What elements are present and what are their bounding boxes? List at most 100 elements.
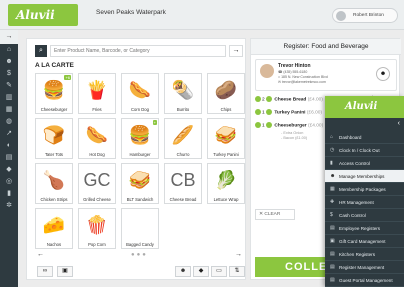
product-tile[interactable]: 🌭 Hot Dog <box>78 118 116 159</box>
print-icon[interactable]: ▭ <box>211 266 227 277</box>
menu-item-label: Employee Registers <box>339 226 381 231</box>
menu-item-kitchen-registers[interactable]: ▤ Kitchen Registers <box>325 248 404 261</box>
menu-item-cash-control[interactable]: $ Cash Control <box>325 209 404 222</box>
gear-icon[interactable]: ✲ <box>0 200 18 212</box>
menu-item-employee-registers[interactable]: ▤ Employee Registers <box>325 222 404 235</box>
access-icon: ▮ <box>330 160 333 166</box>
glasses-icon[interactable]: ∞ <box>37 266 53 277</box>
product-label: Lettuce Wrap <box>213 197 239 202</box>
product-tile[interactable]: 🌯 Burrito <box>164 73 202 114</box>
product-image: 🌭 <box>85 124 109 145</box>
product-placeholder-text: CB <box>170 169 196 190</box>
product-label: Burrito <box>176 107 190 112</box>
hr-icon: ✚ <box>330 199 335 205</box>
search-icon[interactable]: ⌕ <box>35 45 47 57</box>
product-label: BLT Sandwich <box>126 197 154 202</box>
customer-card[interactable]: Trevor Hinton ☎ (435) 555-6180 ⌂ 185 N. … <box>255 59 397 91</box>
line-name: Turkey Panini <box>274 110 306 116</box>
tag-icon[interactable]: ◆ <box>0 164 18 176</box>
chevron-left-icon[interactable]: ‹ <box>398 120 400 127</box>
menu-item-label: Dashboard <box>339 135 362 140</box>
product-image: 🥪 <box>214 124 238 145</box>
register-icon: ▤ <box>330 277 335 283</box>
product-tile[interactable]: 🥪 BLT Sandwich <box>121 163 159 204</box>
next-page-icon[interactable]: → <box>235 251 242 258</box>
product-label: Corn Dog <box>131 107 149 112</box>
customer-name: Trevor Hinton <box>278 63 311 69</box>
product-image: 🍟 <box>85 79 109 100</box>
product-tile[interactable]: 🧀 Nachos <box>35 208 73 249</box>
menu-item-membership-packages[interactable]: ▦ Membership Packages <box>325 183 404 196</box>
check-icon <box>255 96 261 102</box>
bars-icon[interactable]: ▮ <box>0 188 18 200</box>
product-tile[interactable]: Bagged Candy <box>121 208 159 249</box>
prev-page-icon[interactable]: ← <box>37 251 44 258</box>
menu-item-access-control[interactable]: ▮ Access Control <box>325 157 404 170</box>
product-image: 🥬 <box>214 169 238 190</box>
product-image: GC <box>80 165 114 195</box>
menu-item-gift-card[interactable]: ▣ Gift Card Management <box>325 235 404 248</box>
nav-menu: ⌂ Dashboard ◷ Clock In / Clock Out ▮ Access… <box>325 131 404 287</box>
product-tile[interactable]: 🥔 Chips <box>207 73 245 114</box>
sidebar-toggle-icon[interactable]: → <box>0 30 18 44</box>
register-icon: ▤ <box>330 225 335 231</box>
line-unit-price: (£6.00) <box>306 110 323 116</box>
register-icon: ▤ <box>330 251 335 257</box>
dollar-icon[interactable]: $ <box>0 68 18 80</box>
clear-button[interactable]: ✕ CLEAR <box>255 209 295 220</box>
product-tile[interactable]: 🍞 Tater Tots <box>35 118 73 159</box>
register-icon: ▤ <box>330 264 335 270</box>
menu-item-dashboard[interactable]: ⌂ Dashboard <box>325 131 404 144</box>
brand-logo[interactable]: Aluvii <box>325 96 404 118</box>
menu-item-hr[interactable]: ✚ HR Management <box>325 196 404 209</box>
sort-icon[interactable]: ⇅ <box>229 266 245 277</box>
product-tile[interactable]: 🥬 Lettuce Wrap <box>207 163 245 204</box>
product-grid: 🍔 +6 Cheeseburger 🍟 Fries 🌭 Corn Dog 🌯 Burrit… <box>35 73 245 251</box>
product-image: 🥪 <box>128 169 152 190</box>
grid-icon[interactable]: ▤ <box>0 152 18 164</box>
product-tile[interactable]: GC Grilled Cheese <box>78 163 116 204</box>
product-label: Fries <box>92 107 102 112</box>
calendar-icon[interactable]: ▦ <box>0 104 18 116</box>
search-input[interactable] <box>50 45 226 57</box>
product-tile[interactable]: CB Cheese Bread <box>164 163 202 204</box>
product-tile[interactable]: 🍔 + Hamburger <box>121 118 159 159</box>
product-tile[interactable]: 🍔 +6 Cheeseburger <box>35 73 73 114</box>
customer-email: ✉ trevor@lakemetrekmoo.com <box>278 80 326 84</box>
search-go-button[interactable]: → <box>229 45 243 57</box>
tag-icon[interactable]: ◆ <box>193 266 209 277</box>
user-menu[interactable]: Robert Brinton <box>332 8 398 23</box>
line-qty: 1 <box>262 123 265 129</box>
product-label: Bagged Candy <box>126 242 154 247</box>
product-tile[interactable]: 🍟 Fries <box>78 73 116 114</box>
menu-item-register-management[interactable]: ▤ Register Management <box>325 261 404 274</box>
product-label: Grilled Cheese <box>83 197 111 202</box>
home-icon[interactable]: ⌂ <box>0 44 18 56</box>
globe2-icon[interactable]: ◎ <box>0 176 18 188</box>
menu-item-guest-portal[interactable]: ▤ Guest Portal Management <box>325 274 404 287</box>
gift-card-icon: ▣ <box>330 238 335 244</box>
menu-item-manage-memberships[interactable]: ☻ Manage Memberships <box>325 170 404 183</box>
product-label: Chicken Strips <box>40 197 68 202</box>
product-tile[interactable]: 🍗 Chicken Strips <box>35 163 73 204</box>
globe-icon[interactable]: ◍ <box>0 116 18 128</box>
dollar-icon: $ <box>330 212 333 218</box>
product-tile[interactable]: 🥪 Turkey Panini <box>207 118 245 159</box>
add-customer-icon[interactable]: ☻ <box>376 67 390 81</box>
people-icon[interactable]: ☻ <box>0 56 18 68</box>
product-badge: + <box>152 120 157 125</box>
product-tile[interactable]: 🍿 Pop Corn <box>78 208 116 249</box>
product-image: 🌭 <box>128 79 152 100</box>
menu-item-label: Kitchen Registers <box>339 252 376 257</box>
add-person-icon[interactable]: ☻ <box>175 266 191 277</box>
trend-icon[interactable]: ↗ <box>0 128 18 140</box>
product-tile[interactable]: 🌭 Corn Dog <box>121 73 159 114</box>
menu-item-clock[interactable]: ◷ Clock In / Clock Out <box>325 144 404 157</box>
brand-logo[interactable]: Aluvii <box>8 4 78 26</box>
product-tile[interactable]: 🥖 Churro <box>164 118 202 159</box>
gift-icon[interactable]: ▣ <box>57 266 73 277</box>
chart-icon[interactable]: ▥ <box>0 92 18 104</box>
bell-icon[interactable]: ◐ <box>0 140 18 152</box>
menu-item-label: Clock In / Clock Out <box>339 148 380 153</box>
wrench-icon[interactable]: ✎ <box>0 80 18 92</box>
